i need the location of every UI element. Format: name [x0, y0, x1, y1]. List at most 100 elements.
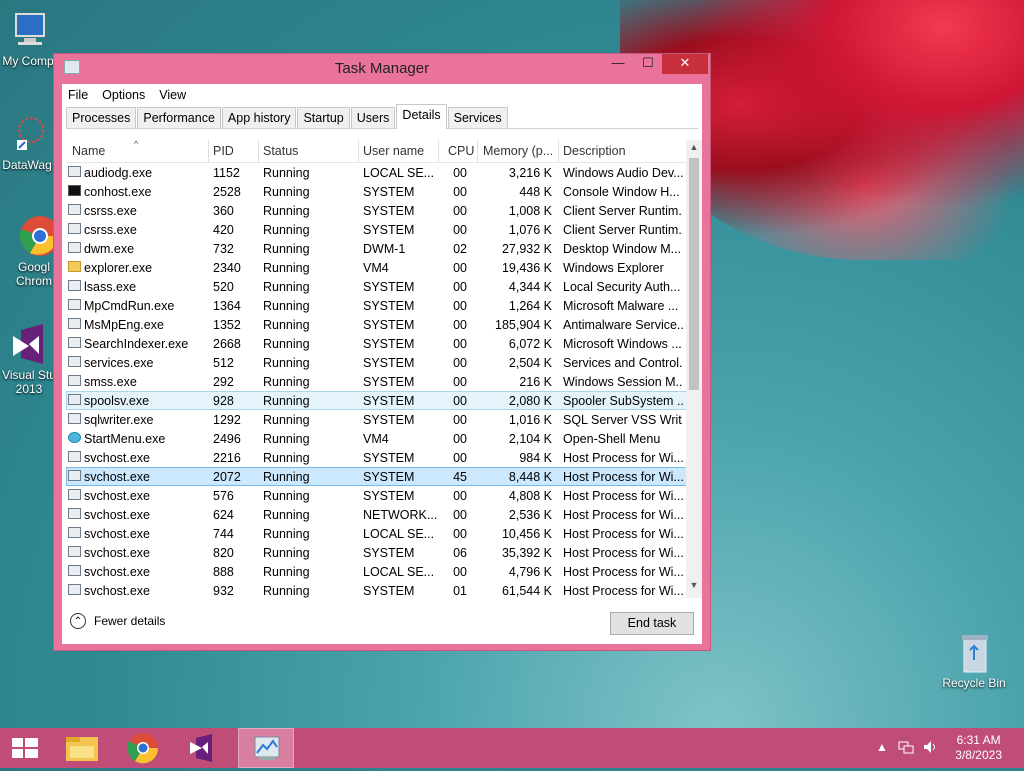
chevron-up-icon: ⌃: [70, 613, 86, 629]
vertical-scrollbar[interactable]: ▲ ▼: [686, 140, 702, 598]
process-cpu: 00: [453, 565, 467, 579]
table-row[interactable]: svchost.exe 2072 Running SYSTEM 45 8,448 K Hos…: [66, 467, 702, 486]
volume-icon[interactable]: [922, 740, 938, 757]
taskbar-visual-studio[interactable]: [176, 728, 232, 768]
table-row[interactable]: csrss.exe 360 Running SYSTEM 00 1,008 K Client…: [66, 201, 702, 220]
table-row[interactable]: svchost.exe 932 Running SYSTEM 01 61,544 K Hos…: [66, 581, 702, 598]
window-icon: [68, 299, 81, 310]
table-row[interactable]: MsMpEng.exe 1352 Running SYSTEM 00 185,904 K A…: [66, 315, 702, 334]
process-memory: 4,344 K: [508, 280, 552, 294]
scroll-up-icon[interactable]: ▲: [686, 142, 702, 152]
close-button[interactable]: ✕: [662, 54, 708, 74]
process-cpu: 00: [453, 280, 467, 294]
menu-options[interactable]: Options: [102, 88, 145, 102]
fewer-details-toggle[interactable]: ⌃ Fewer details: [70, 613, 165, 629]
table-row[interactable]: dwm.exe 732 Running DWM-1 02 27,932 K Desktop …: [66, 239, 702, 258]
tab-app-history[interactable]: App history: [221, 107, 297, 128]
show-hidden-icons-icon[interactable]: ▲: [876, 740, 888, 754]
table-row[interactable]: MpCmdRun.exe 1364 Running SYSTEM 00 1,264 K Mi…: [66, 296, 702, 315]
process-description: Host Process for Wi...: [563, 451, 683, 465]
process-pid: 2072: [213, 470, 241, 484]
column-divider[interactable]: [358, 140, 359, 162]
desktop-icon-datawag[interactable]: DataWag: [0, 112, 54, 172]
desktop-icon-recycle-bin[interactable]: Recycle Bin: [938, 630, 1010, 690]
process-description: Host Process for Wi...: [563, 470, 683, 484]
table-row[interactable]: audiodg.exe 1152 Running LOCAL SE... 00 3,216…: [66, 163, 702, 182]
table-row[interactable]: svchost.exe 888 Running LOCAL SE... 00 4,796 …: [66, 562, 702, 581]
tab-details[interactable]: Details: [396, 104, 447, 129]
tab-processes[interactable]: Processes: [66, 107, 137, 128]
taskbar-task-manager[interactable]: [238, 728, 294, 768]
process-memory: 216 K: [519, 375, 552, 389]
table-row[interactable]: services.exe 512 Running SYSTEM 00 2,504 K Ser…: [66, 353, 702, 372]
process-cpu: 00: [453, 508, 467, 522]
table-row[interactable]: spoolsv.exe 928 Running SYSTEM 00 2,080 K Spoo…: [66, 391, 702, 410]
system-clock[interactable]: 6:31 AM 3/8/2023: [955, 733, 1002, 763]
process-name: services.exe: [84, 356, 154, 370]
process-name: svchost.exe: [84, 508, 151, 522]
menu-file[interactable]: File: [68, 88, 88, 102]
table-row[interactable]: sqlwriter.exe 1292 Running SYSTEM 00 1,016 K S…: [66, 410, 702, 429]
table-row[interactable]: svchost.exe 576 Running SYSTEM 00 4,808 K Host…: [66, 486, 702, 505]
end-task-button[interactable]: End task: [610, 612, 694, 635]
process-pid: 2216: [213, 451, 241, 465]
tab-services[interactable]: Services: [447, 107, 508, 128]
desktop-icon-visual-studio[interactable]: Visual Stu 2013: [0, 322, 58, 396]
process-user: NETWORK...: [363, 508, 437, 522]
table-row[interactable]: csrss.exe 420 Running SYSTEM 00 1,076 K Client…: [66, 220, 702, 239]
process-name: smss.exe: [84, 375, 137, 389]
table-row[interactable]: smss.exe 292 Running SYSTEM 00 216 K Windows S…: [66, 372, 702, 391]
table-row[interactable]: svchost.exe 624 Running NETWORK... 00 2,536 K…: [66, 505, 702, 524]
table-row[interactable]: lsass.exe 520 Running SYSTEM 00 4,344 K Local …: [66, 277, 702, 296]
process-pid: 420: [213, 223, 234, 237]
scrollbar-thumb[interactable]: [689, 158, 699, 390]
column-divider[interactable]: [477, 140, 478, 162]
recycle-bin-icon: [952, 630, 996, 674]
task-manager-window[interactable]: Task Manager — ☐ ✕ File Options View Pro…: [53, 53, 711, 651]
column-divider[interactable]: [558, 140, 559, 162]
column-header-description[interactable]: Description: [563, 144, 626, 158]
column-header-cpu[interactable]: CPU: [448, 144, 474, 158]
process-memory: 61,544 K: [501, 584, 552, 598]
process-name: csrss.exe: [84, 223, 137, 237]
taskbar-file-explorer[interactable]: [56, 728, 112, 768]
column-header-pid[interactable]: PID: [213, 144, 234, 158]
visual-studio-icon: [190, 734, 212, 762]
title-bar[interactable]: Task Manager — ☐ ✕: [54, 54, 710, 82]
minimize-button[interactable]: —: [604, 54, 632, 74]
column-header-memory[interactable]: Memory (p...: [483, 144, 553, 158]
visual-studio-icon: [7, 322, 51, 366]
process-status: Running: [263, 432, 310, 446]
start-icon: [12, 738, 38, 758]
column-divider[interactable]: [208, 140, 209, 162]
taskbar-chrome[interactable]: [116, 728, 172, 768]
table-row[interactable]: conhost.exe 2528 Running SYSTEM 00 448 K Conso…: [66, 182, 702, 201]
tab-performance[interactable]: Performance: [137, 107, 221, 128]
process-name: svchost.exe: [84, 489, 151, 503]
table-row[interactable]: svchost.exe 820 Running SYSTEM 06 35,392 K Hos…: [66, 543, 702, 562]
process-description: Host Process for Wi...: [563, 508, 683, 522]
network-icon[interactable]: [898, 740, 914, 757]
process-name: audiodg.exe: [84, 166, 153, 180]
tab-startup[interactable]: Startup: [297, 107, 350, 128]
scroll-down-icon[interactable]: ▼: [686, 580, 702, 590]
table-row[interactable]: svchost.exe 2216 Running SYSTEM 00 984 K Host …: [66, 448, 702, 467]
process-user: LOCAL SE...: [363, 527, 435, 541]
column-divider[interactable]: [258, 140, 259, 162]
column-header-status[interactable]: Status: [263, 144, 298, 158]
column-divider[interactable]: [438, 140, 439, 162]
process-cpu: 00: [453, 185, 467, 199]
table-row[interactable]: svchost.exe 744 Running LOCAL SE... 00 10,456…: [66, 524, 702, 543]
maximize-button[interactable]: ☐: [634, 54, 662, 74]
table-row[interactable]: explorer.exe 2340 Running VM4 00 19,436 K Wind…: [66, 258, 702, 277]
column-header-name[interactable]: Name: [72, 144, 105, 158]
start-button[interactable]: [0, 728, 56, 768]
table-row[interactable]: StartMenu.exe 2496 Running VM4 00 2,104 K Open…: [66, 429, 702, 448]
column-header-user[interactable]: User name: [363, 144, 424, 158]
menu-view[interactable]: View: [159, 88, 186, 102]
table-row[interactable]: SearchIndexer.exe 2668 Running SYSTEM 00 6,07…: [66, 334, 702, 353]
desktop-icon-my-computer[interactable]: My Comp: [0, 8, 56, 68]
process-pid: 2668: [213, 337, 241, 351]
tab-users[interactable]: Users: [350, 107, 396, 128]
process-pid: 744: [213, 527, 234, 541]
